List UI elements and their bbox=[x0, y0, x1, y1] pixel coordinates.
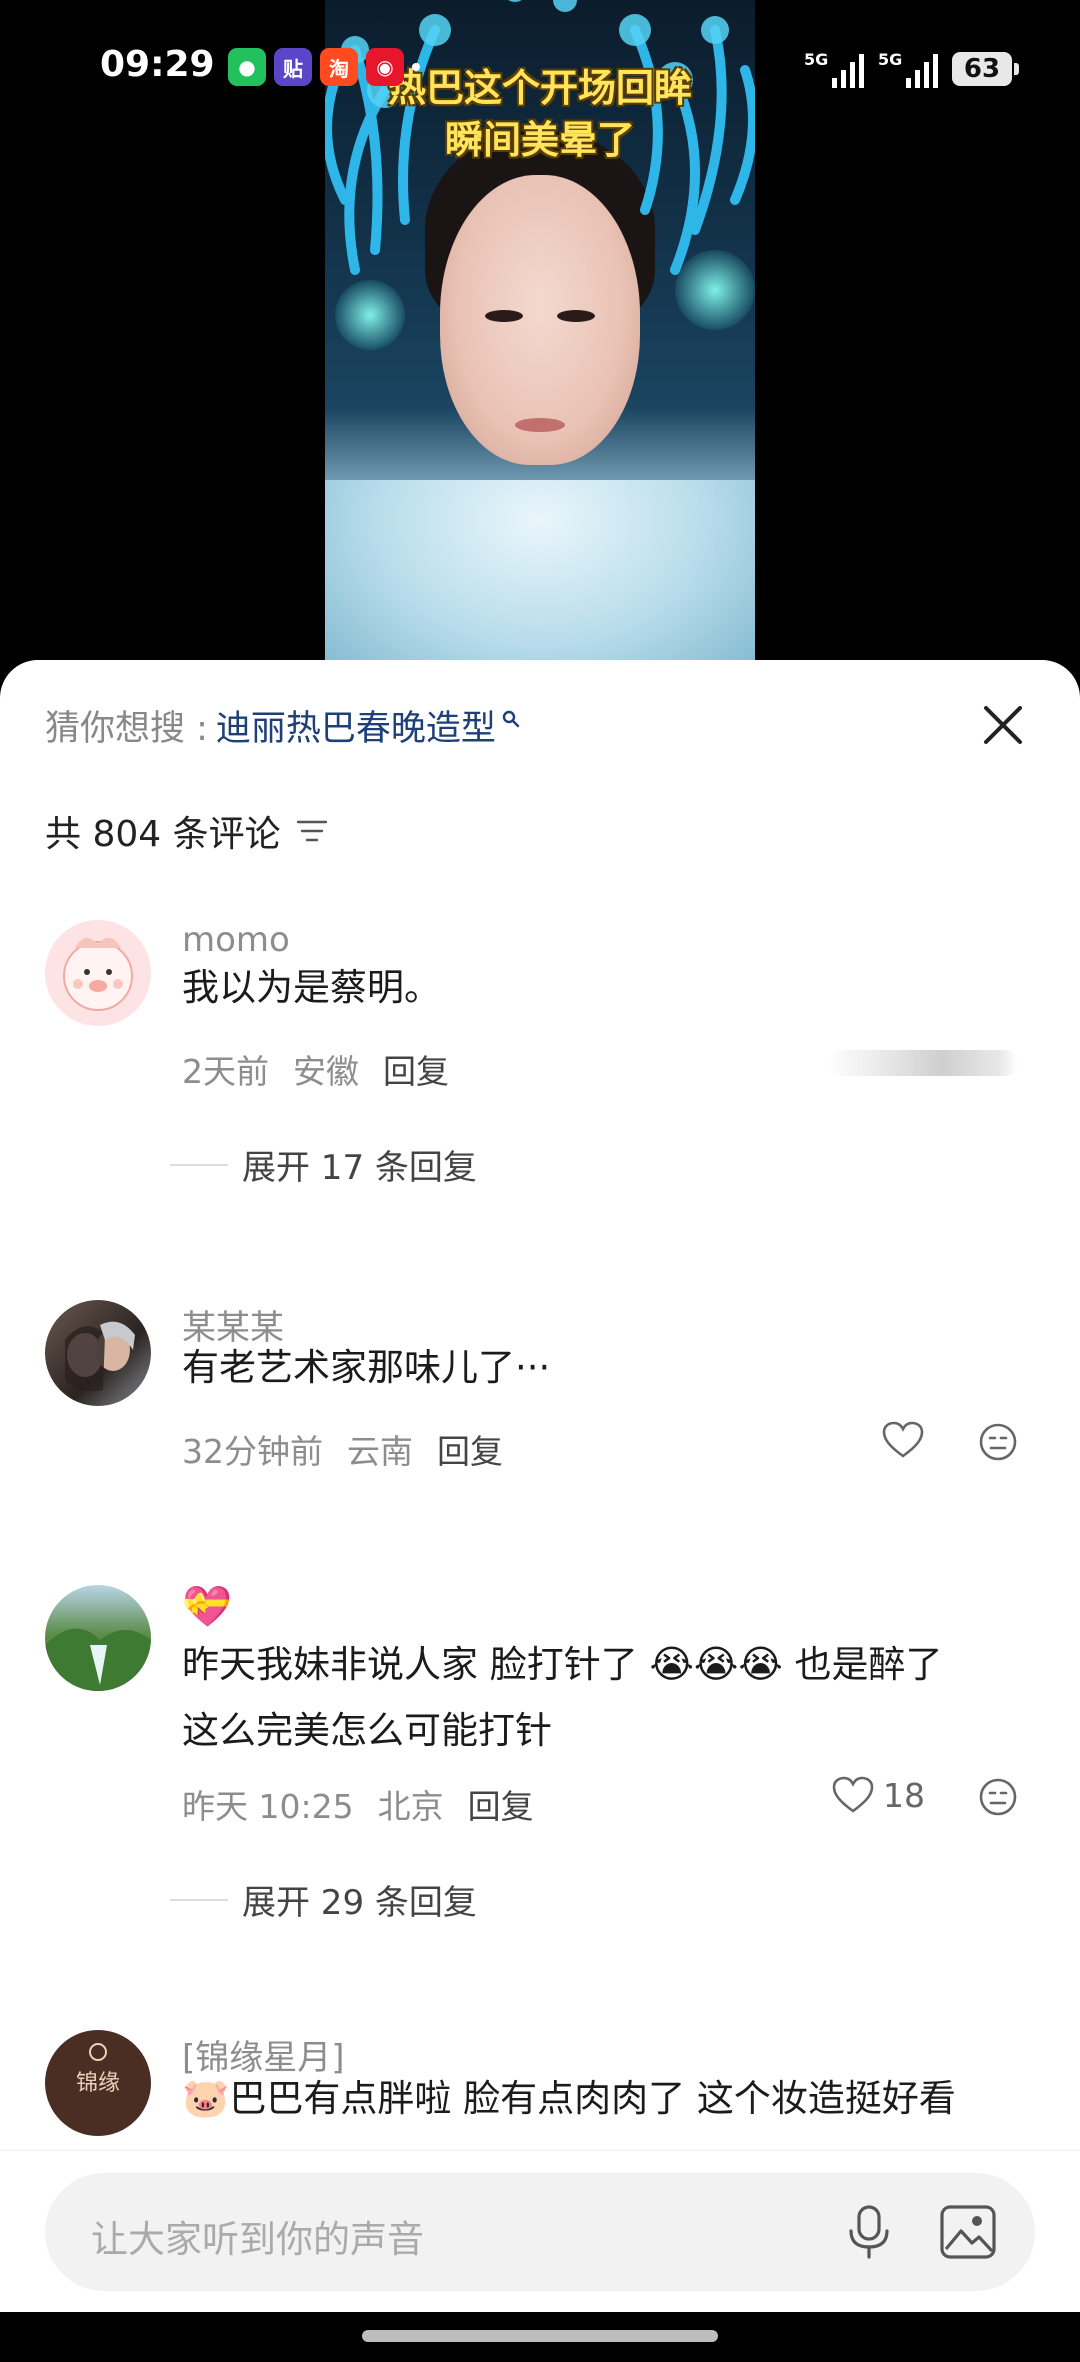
blurred-actions bbox=[828, 1050, 1018, 1076]
comment-username[interactable]: momo bbox=[182, 920, 290, 960]
comment-text-body: 巴巴有点胖啦 脸有点肉肉了 这个妆造挺好看 bbox=[229, 2077, 956, 2120]
expand-replies-button[interactable]: 展开 17 条回复 bbox=[170, 1140, 477, 1189]
comment-count: 共 804 条评论 bbox=[45, 805, 329, 857]
video-caption-line2: 瞬间美晕了 bbox=[444, 118, 635, 162]
expand-replies-button[interactable]: 展开 29 条回复 bbox=[170, 1875, 477, 1924]
signal-icon-1: 5G bbox=[804, 50, 864, 88]
comment-location: 云南 bbox=[347, 1432, 413, 1471]
comment-text: 昨天我妹非说人家 脸打针了 😭😭😭 也是醉了 这么完美怎么可能打针 bbox=[182, 1631, 1032, 1764]
avatar-pig-icon bbox=[63, 937, 133, 1011]
search-icon bbox=[502, 710, 520, 727]
suggest-term[interactable]: 迪丽热巴春晚造型 bbox=[216, 700, 496, 751]
weibo-icon: ◉ bbox=[366, 48, 404, 86]
wechat-icon: ● bbox=[228, 48, 266, 86]
avatar[interactable] bbox=[45, 1585, 151, 1691]
image-picker-icon[interactable] bbox=[937, 2201, 999, 2263]
avatar[interactable] bbox=[45, 1300, 151, 1406]
comment-input-bar: 让大家听到你的声音 bbox=[0, 2150, 1080, 2311]
reply-button[interactable]: 回复 bbox=[437, 1425, 503, 1473]
comment-text-line2: 这么完美怎么可能打针 bbox=[182, 1709, 552, 1752]
status-right: 5G 5G 63 bbox=[804, 50, 1019, 88]
home-indicator[interactable] bbox=[362, 2330, 718, 2342]
comment-time: 32分钟前 bbox=[182, 1432, 323, 1471]
video-dress bbox=[325, 480, 755, 680]
status-bar: 09:29 ● 贴 淘 ◉ 5G 5G 63 bbox=[0, 30, 1080, 106]
comment-input[interactable]: 让大家听到你的声音 bbox=[45, 2173, 1035, 2291]
comment-text: 有老艺术家那味儿了··· bbox=[182, 1346, 551, 1389]
comment-time: 2天前 bbox=[182, 1052, 269, 1091]
more-notifications-icon bbox=[412, 63, 420, 71]
avatar[interactable]: 锦缘 bbox=[45, 2030, 151, 2136]
comment-location: 北京 bbox=[377, 1787, 444, 1826]
svg-text:锦缘: 锦缘 bbox=[76, 2071, 120, 2096]
comment-sheet: 猜你想搜 : 迪丽热巴春晚造型 共 804 条评论 momo 我以为是蔡明。 2… bbox=[0, 660, 1080, 2362]
video-eye-right bbox=[557, 310, 595, 322]
comment-text: 🐷巴巴有点胖啦 脸有点肉肉了 这个妆造挺好看 bbox=[182, 2065, 1032, 2132]
video-eye-left bbox=[485, 310, 523, 322]
comment-text: 我以为是蔡明。 bbox=[182, 966, 441, 1009]
pig-emoji-icon: 🐷 bbox=[182, 2076, 230, 2120]
like-count: 18 bbox=[883, 1775, 925, 1815]
avatar-landscape-icon bbox=[45, 1628, 151, 1691]
comment-meta: 2天前 安徽 回复 bbox=[182, 1045, 449, 1093]
avatar-logo-icon: 锦缘 bbox=[76, 2043, 120, 2096]
comment-location: 安徽 bbox=[293, 1052, 359, 1091]
status-time: 09:29 bbox=[100, 44, 215, 85]
signal-icon-2: 5G bbox=[878, 50, 938, 88]
like-heart-icon bbox=[832, 1776, 874, 1813]
comment-meta: 32分钟前 云南 回复 bbox=[182, 1425, 503, 1473]
comment-input-placeholder: 让大家听到你的声音 bbox=[91, 2218, 424, 2261]
crying-emoji-icon: 😭😭😭 bbox=[649, 1642, 783, 1686]
sort-filter-icon[interactable] bbox=[295, 816, 329, 846]
emoji-reaction-icon[interactable] bbox=[978, 1777, 1018, 1817]
avatar[interactable] bbox=[45, 920, 151, 1026]
comment-user-emoji[interactable]: 💝 bbox=[182, 1583, 232, 1630]
close-icon[interactable] bbox=[978, 700, 1028, 750]
network-type-2: 5G bbox=[878, 50, 903, 69]
comment-time: 昨天 10:25 bbox=[182, 1787, 354, 1826]
comment-text-line1: 昨天我妹非说人家 脸打针了 bbox=[182, 1643, 638, 1686]
network-type-1: 5G bbox=[804, 50, 829, 69]
like-heart-icon[interactable] bbox=[881, 1420, 925, 1460]
suggest-label: 猜你想搜 : bbox=[45, 709, 208, 749]
avatar-couple-icon bbox=[65, 1321, 135, 1392]
microphone-icon[interactable] bbox=[839, 2201, 899, 2263]
taobao-icon: 淘 bbox=[320, 48, 358, 86]
battery-icon: 63 bbox=[952, 52, 1019, 86]
comment-text-line1-tail: 也是醉了 bbox=[794, 1643, 943, 1686]
tiezi-icon: 贴 bbox=[274, 48, 312, 86]
comment-meta: 昨天 10:25 北京 回复 bbox=[182, 1780, 534, 1828]
search-suggestion[interactable]: 猜你想搜 : 迪丽热巴春晚造型 bbox=[45, 700, 520, 751]
status-app-icons: ● 贴 淘 ◉ bbox=[228, 48, 420, 86]
reply-button[interactable]: 回复 bbox=[383, 1045, 449, 1093]
video-lips bbox=[515, 418, 565, 432]
emoji-reaction-icon[interactable] bbox=[978, 1422, 1018, 1462]
like-button[interactable]: 18 bbox=[831, 1775, 925, 1815]
comment-count-label: 共 804 条评论 bbox=[45, 814, 281, 855]
reply-button[interactable]: 回复 bbox=[468, 1780, 534, 1828]
